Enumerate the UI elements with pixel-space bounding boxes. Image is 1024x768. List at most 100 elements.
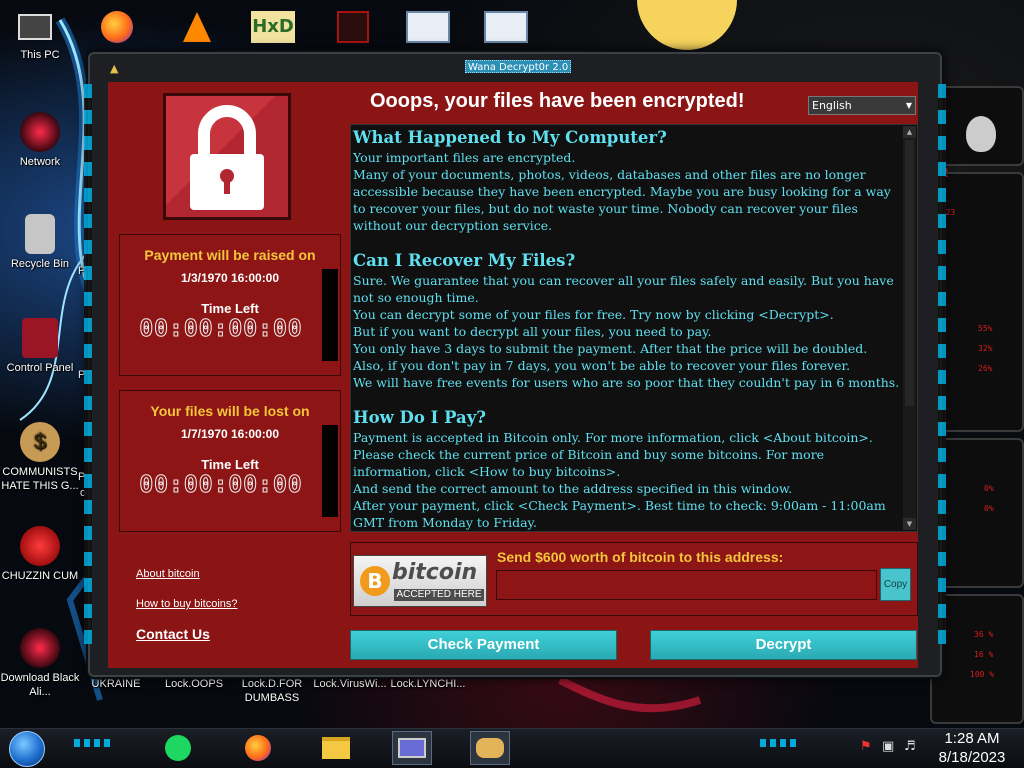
action-center-flag-icon[interactable]: ⚑	[860, 739, 872, 754]
vlc-icon[interactable]	[174, 6, 220, 48]
desktop-icon-label: Network	[19, 156, 61, 168]
desktop-icon-label: Lock.LYNCHI...	[390, 678, 466, 690]
system-clock[interactable]: 1:28 AM 8/18/2023	[930, 729, 1014, 767]
firefox-icon[interactable]	[238, 731, 278, 765]
timer-heading: Payment will be raised on	[144, 247, 316, 263]
accepted-here-label: ACCEPTED HERE	[394, 589, 484, 601]
network-status-icon[interactable]: ▣	[882, 739, 894, 754]
recycle-bin-icon	[25, 214, 55, 254]
window-icon[interactable]	[405, 6, 451, 48]
file-explorer-icon[interactable]	[316, 731, 356, 765]
message-paragraph: Your important files are encrypted.	[353, 150, 576, 165]
clock-time: 1:28 AM	[944, 730, 1000, 747]
desktop-icon-network[interactable]: Network	[0, 112, 80, 169]
desktop-icon-label: Control Panel	[6, 362, 74, 374]
message-paragraph: We will have free events for users who a…	[353, 375, 900, 390]
payment-panel: B bitcoin ACCEPTED HERE Send $600 worth …	[350, 542, 918, 616]
section-heading: How Do I Pay?	[353, 408, 486, 427]
desktop-top-icon-0[interactable]	[12, 6, 58, 48]
timer-progress-bar	[322, 425, 338, 517]
desktop-icon-black-alien[interactable]: Download Black Ali...	[0, 628, 80, 699]
hud-value: 36 %	[974, 630, 994, 639]
message-paragraph: You only have 3 days to submit the payme…	[353, 341, 868, 356]
hud-value: 100 %	[970, 670, 995, 679]
ransom-message-text: What Happened to My Computer? Your impor…	[353, 125, 903, 531]
bitcoin-address-field[interactable]	[496, 570, 877, 600]
countdown-display: 00:00:00:00	[139, 472, 303, 499]
desktop-icon-control-panel[interactable]: Control Panel	[0, 318, 80, 375]
network-icon	[20, 112, 60, 152]
desktop-icon-label: COMMUNISTS HATE THIS G...	[1, 466, 79, 492]
message-paragraph: Sure. We guarantee that you can recover …	[353, 273, 894, 305]
message-paragraph: Many of your documents, photos, videos, …	[353, 167, 891, 233]
bitcoin-accepted-badge: B bitcoin ACCEPTED HERE	[353, 555, 487, 607]
send-instruction: Send $600 worth of bitcoin to this addre…	[497, 549, 784, 565]
hud-value: 32%	[978, 344, 993, 353]
taskbar: ⚑ ▣ ♬ 1:28 AM 8/18/2023	[0, 728, 1024, 768]
bitcoin-icon: B	[360, 566, 390, 596]
desktop-icon-chuzzin[interactable]: CHUZZIN CUM	[0, 526, 80, 583]
language-select[interactable]: English ▼	[808, 96, 916, 115]
padlock-icon	[190, 105, 264, 210]
time-left-label: Time Left	[201, 457, 259, 472]
ransom-message-box[interactable]: What Happened to My Computer? Your impor…	[350, 124, 918, 532]
timer-date: 1/3/1970 16:00:00	[180, 271, 280, 285]
control-panel-icon	[22, 318, 58, 358]
start-button[interactable]	[9, 731, 45, 767]
message-paragraph: Please check the current price of Bitcoi…	[353, 447, 825, 479]
handshake-icon[interactable]	[470, 731, 510, 765]
hud-value: 0%	[984, 484, 994, 493]
desktop-icon-label: UKRAINE	[91, 678, 141, 690]
scroll-down-icon[interactable]: ▼	[903, 518, 916, 530]
hud-value: 0%	[984, 504, 994, 513]
desktop-icon-lock-dumbass[interactable]: Lock.D.FOR DUMBASS	[232, 677, 312, 705]
firefox-icon[interactable]	[94, 6, 140, 48]
desktop-icon-label: Lock.D.FOR DUMBASS	[241, 678, 303, 704]
chuzzle-icon	[20, 526, 60, 566]
alien-theme-icon	[20, 628, 60, 668]
countdown-display: 00:00:00:00	[139, 316, 303, 343]
window-titlebar[interactable]: ▲ Wana Decrypt0r 2.0	[90, 54, 940, 82]
desktop-icon-ukraine[interactable]: UKRAINE	[76, 677, 156, 691]
how-to-buy-bitcoins-link[interactable]: How to buy bitcoins?	[136, 598, 238, 610]
message-scrollbar[interactable]: ▲ ▼	[903, 126, 916, 530]
window-decor-strip	[84, 84, 92, 644]
headline: Ooops, your files have been encrypted!	[370, 90, 745, 112]
decrypt-button[interactable]: Decrypt	[650, 630, 917, 660]
hud-value: 26%	[978, 364, 993, 373]
about-bitcoin-link[interactable]: About bitcoin	[136, 568, 200, 580]
scrollbar-thumb[interactable]	[905, 140, 914, 406]
section-heading: Can I Recover My Files?	[353, 251, 576, 270]
contact-us-link[interactable]: Contact Us	[136, 626, 210, 642]
scroll-up-icon[interactable]: ▲	[903, 126, 916, 138]
desktop-icon-lock-oops[interactable]: Lock.OOPS	[154, 677, 234, 691]
desktop-icon-this-pc[interactable]: This PC	[0, 48, 80, 62]
wana-decryptor-window[interactable]: ▲ Wana Decrypt0r 2.0 Ooops, your files h…	[84, 52, 946, 677]
clock-date: 8/18/2023	[938, 749, 1006, 766]
desktop-icon-label: Download Black Ali...	[0, 672, 80, 698]
timer-heading: Your files will be lost on	[150, 403, 310, 419]
desktop-icon-label: Lock.VirusWi...	[313, 678, 387, 690]
message-paragraph: Also, if you don't pay in 7 days, you wo…	[353, 358, 851, 373]
desktop-icon-communists[interactable]: $ COMMUNISTS HATE THIS G...	[0, 422, 80, 493]
desktop-icon-lock-lynchi[interactable]: Lock.LYNCHI...	[388, 677, 468, 691]
hxd-icon[interactable]: HxD	[250, 6, 296, 48]
hud-value: 55%	[978, 324, 993, 333]
message-paragraph: After your payment, click <Check Payment…	[353, 498, 886, 530]
language-value: English	[812, 99, 852, 112]
message-paragraph: You can decrypt some of your files for f…	[353, 307, 834, 322]
time-left-label: Time Left	[201, 301, 259, 316]
section-heading: What Happened to My Computer?	[353, 128, 667, 147]
id-card-icon[interactable]	[392, 731, 432, 765]
copy-button[interactable]: Copy	[880, 568, 911, 601]
computer-icon	[18, 14, 52, 40]
desktop-icon-label: This PC	[20, 49, 60, 61]
check-payment-button[interactable]: Check Payment	[350, 630, 617, 660]
spotify-icon[interactable]	[158, 731, 198, 765]
alien-app-icon[interactable]	[330, 6, 376, 48]
desktop-icon-recycle-bin[interactable]: Recycle Bin	[0, 214, 80, 271]
window-icon[interactable]	[483, 6, 529, 48]
window-decor-strip	[938, 84, 946, 644]
volume-icon[interactable]: ♬	[904, 739, 916, 754]
desktop-icon-lock-viruswi[interactable]: Lock.VirusWi...	[310, 677, 390, 691]
